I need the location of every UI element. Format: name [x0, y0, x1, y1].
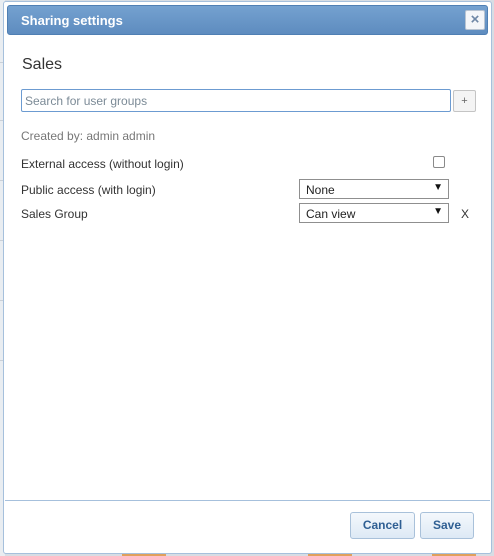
footer-divider [5, 500, 490, 501]
sharing-settings-dialog: Sharing settings × Sales + Created by: a… [3, 1, 492, 554]
public-access-select[interactable]: None ▼ [299, 179, 449, 199]
object-name-heading: Sales [22, 56, 63, 73]
dialog-titlebar[interactable]: Sharing settings × [7, 5, 488, 35]
cancel-button[interactable]: Cancel [350, 512, 415, 539]
external-access-checkbox[interactable] [433, 156, 445, 168]
created-by-text: Created by: admin admin [21, 129, 156, 143]
remove-sales-group-button[interactable]: X [461, 207, 469, 221]
close-icon[interactable]: × [465, 10, 485, 30]
dialog-title: Sharing settings [21, 13, 123, 28]
public-access-value: None [306, 183, 335, 197]
sales-group-access-select[interactable]: Can view ▼ [299, 203, 449, 223]
public-access-label: Public access (with login) [21, 183, 156, 197]
external-access-label: External access (without login) [21, 157, 184, 171]
dropdown-arrow-icon: ▼ [433, 182, 443, 193]
search-user-groups-input[interactable] [21, 89, 451, 112]
save-button[interactable]: Save [420, 512, 474, 539]
sales-group-label: Sales Group [21, 207, 88, 221]
dropdown-arrow-icon: ▼ [433, 206, 443, 217]
sales-group-access-value: Can view [306, 207, 356, 221]
add-user-group-button[interactable]: + [453, 90, 476, 112]
